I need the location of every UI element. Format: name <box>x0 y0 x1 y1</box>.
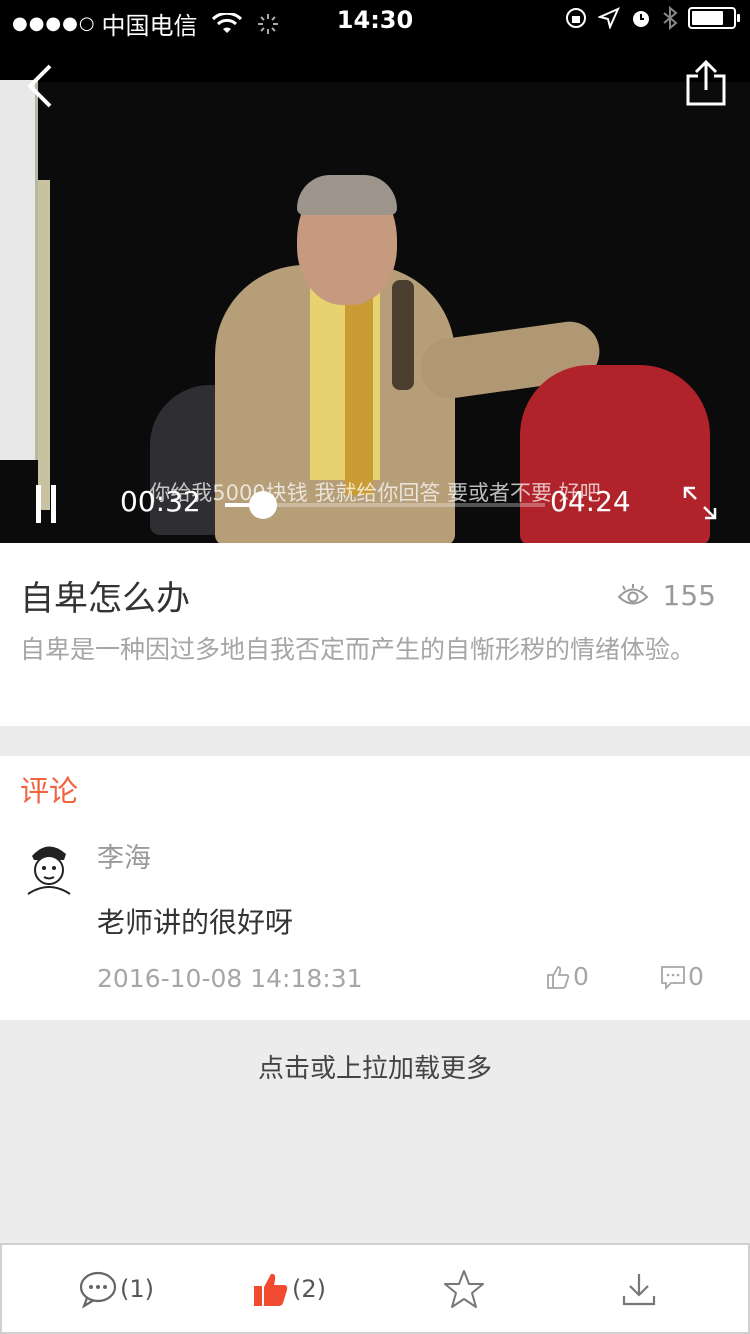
comment-like-button[interactable]: 0 <box>545 962 589 991</box>
comment-author[interactable]: 李海 <box>97 836 151 875</box>
battery-level <box>692 11 724 25</box>
comments-section: 评论 李海 老师讲的很好呀 2016-10-08 14:18:31 0 0 <box>0 756 750 1020</box>
comment-tab-button[interactable]: (1) <box>78 1245 154 1332</box>
alarm-icon <box>633 11 649 27</box>
pause-icon <box>36 485 41 523</box>
bluetooth-icon <box>663 6 678 30</box>
share-icon <box>686 59 726 106</box>
back-button[interactable] <box>22 62 62 110</box>
total-time: 04:24 <box>550 485 631 518</box>
comment-time: 2016-10-08 14:18:31 <box>97 964 363 993</box>
video-title: 自卑怎么办 <box>20 579 190 619</box>
star-icon <box>444 1269 484 1308</box>
favorite-button[interactable] <box>443 1245 485 1332</box>
like-count: (2) <box>292 1274 326 1303</box>
load-more-button[interactable]: 点击或上拉加载更多 <box>0 1048 750 1085</box>
thumbs-up-filled-icon <box>254 1273 288 1306</box>
comment-like-count: 0 <box>573 962 589 991</box>
progress-knob[interactable] <box>249 491 278 519</box>
comment-text: 老师讲的很好呀 <box>97 906 294 939</box>
current-time: 00:32 <box>120 485 201 518</box>
view-count-value: 155 <box>662 579 716 612</box>
fullscreen-icon <box>683 486 717 520</box>
fullscreen-button[interactable] <box>682 485 718 521</box>
video-player[interactable]: 你给我5000块钱 我就给你回答 要或者不要 好吧 00:32 04:24 <box>0 40 750 543</box>
pause-button[interactable] <box>36 485 66 523</box>
comment-reply-button[interactable]: 0 <box>660 962 704 991</box>
comment-count: (1) <box>120 1274 154 1303</box>
comment-reply-count: 0 <box>688 962 704 991</box>
like-button[interactable]: (2) <box>252 1245 326 1332</box>
rotation-lock-icon <box>566 8 586 28</box>
battery-icon <box>688 7 740 29</box>
comment-icon <box>79 1271 117 1309</box>
status-bar: ●●●●○ 中国电信 14:30 <box>0 0 750 40</box>
video-controls: 00:32 04:24 <box>0 465 750 543</box>
comments-heading: 评论 <box>20 774 79 808</box>
back-arrow-icon <box>27 64 52 108</box>
share-button[interactable] <box>684 58 728 108</box>
avatar[interactable] <box>22 836 74 896</box>
download-icon <box>622 1273 656 1305</box>
video-info: 自卑怎么办 155 自卑是一种因过多地自我否定而产生的自惭形秽的情绪体验。 <box>0 543 750 726</box>
comment-bubble-icon <box>661 965 685 990</box>
status-right <box>564 6 740 30</box>
location-icon <box>598 7 620 29</box>
eye-icon <box>617 583 648 604</box>
view-count: 155 <box>617 579 716 612</box>
bottom-toolbar: (1) (2) <box>0 1243 750 1334</box>
progress-slider[interactable] <box>225 491 545 519</box>
download-button[interactable] <box>621 1245 657 1332</box>
video-description: 自卑是一种因过多地自我否定而产生的自惭形秽的情绪体验。 <box>20 635 696 664</box>
thumbs-up-icon <box>547 965 570 989</box>
user-avatar-icon <box>27 846 71 895</box>
